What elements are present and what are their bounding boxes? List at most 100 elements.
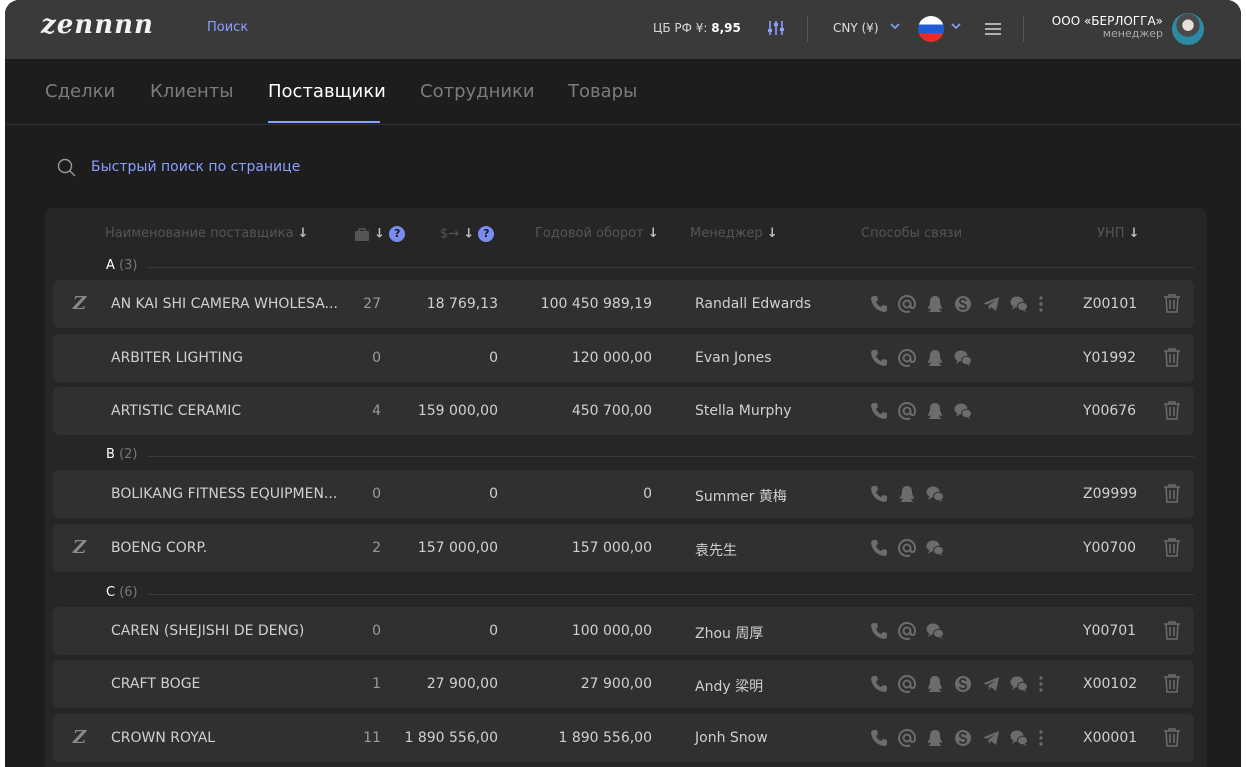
telegram-icon[interactable] [980, 727, 1002, 749]
phone-icon[interactable] [868, 727, 890, 749]
supplier-name[interactable]: CROWN ROYAL [111, 730, 215, 746]
amount-value: 0 [489, 486, 498, 502]
wechat-icon[interactable] [952, 400, 974, 422]
supplier-name[interactable]: CAREN (SHEJISHI DE DENG) [111, 623, 304, 639]
phone-icon[interactable] [868, 483, 890, 505]
account-menu[interactable]: ООО «БЕРЛОГГА» менеджер [1052, 14, 1163, 40]
column-manager-label: Менеджер [690, 226, 763, 241]
column-header-turnover[interactable]: Годовой оборот ↓ [535, 226, 659, 241]
logo[interactable]: zennnn [41, 10, 154, 40]
trash-icon[interactable] [1163, 727, 1181, 751]
table-row[interactable]: ARBITER LIGHTING 0 0 120 000,00 Evan Jones Y0… [53, 334, 1194, 382]
at-icon[interactable] [896, 673, 918, 695]
wechat-icon[interactable] [1008, 673, 1030, 695]
currency-select[interactable]: CNY (¥) [833, 21, 879, 35]
table-row[interactable]: BOLIKANG FITNESS EQUIPMEN... 0 0 0 Summer 黄梅… [53, 470, 1194, 518]
qq-icon[interactable] [924, 673, 946, 695]
telegram-icon[interactable] [980, 673, 1002, 695]
tab-employees[interactable]: Сотрудники [420, 81, 535, 102]
skype-icon[interactable] [952, 673, 974, 695]
wechat-icon[interactable] [924, 620, 946, 642]
qq-icon[interactable] [924, 347, 946, 369]
supplier-name[interactable]: CRAFT BOGE [111, 676, 200, 692]
more-icon[interactable] [1036, 727, 1046, 749]
quick-search-input[interactable]: Быстрый поиск по странице [91, 159, 300, 175]
qq-icon[interactable] [924, 727, 946, 749]
more-icon[interactable] [1036, 673, 1046, 695]
at-icon[interactable] [896, 727, 918, 749]
table-row[interactable]: ARTISTIC CERAMIC 4 159 000,00 450 700,00 Ste… [53, 387, 1194, 435]
tab-products[interactable]: Товары [568, 81, 637, 102]
phone-icon[interactable] [868, 293, 890, 315]
search-link[interactable]: Поиск [207, 20, 248, 35]
column-header-name[interactable]: Наименование поставщика ↓ [105, 226, 309, 241]
menu-icon[interactable] [984, 22, 1002, 36]
tab-clients[interactable]: Клиенты [150, 81, 234, 102]
avatar[interactable] [1172, 13, 1204, 45]
wechat-icon[interactable] [1008, 293, 1030, 315]
more-icon[interactable] [1036, 293, 1046, 315]
top-bar: zennnn Поиск ЦБ РФ ¥: 8,95 CNY (¥) ООО «… [5, 0, 1241, 59]
supplier-name[interactable]: BOLIKANG FITNESS EQUIPMEN... [111, 486, 337, 502]
wechat-icon[interactable] [1008, 727, 1030, 749]
column-header-unp[interactable]: УНП ↓ [1097, 226, 1140, 241]
trash-icon[interactable] [1163, 400, 1181, 424]
column-header-amount[interactable]: $→ ↓ ? [440, 226, 495, 242]
trash-icon[interactable] [1163, 620, 1181, 644]
tab-suppliers[interactable]: Поставщики [268, 81, 386, 102]
settings-sliders-icon[interactable] [767, 19, 785, 37]
wechat-icon[interactable] [952, 347, 974, 369]
trash-icon[interactable] [1163, 537, 1181, 561]
phone-icon[interactable] [868, 400, 890, 422]
trash-icon[interactable] [1163, 673, 1181, 697]
supplier-name[interactable]: AN KAI SHI CAMERA WHOLESA... [111, 296, 338, 312]
tab-deals[interactable]: Сделки [45, 81, 115, 102]
telegram-icon[interactable] [980, 293, 1002, 315]
amount-value: 0 [489, 623, 498, 639]
phone-icon[interactable] [868, 347, 890, 369]
tab-bar: Сделки Клиенты Поставщики Сотрудники Тов… [5, 59, 1241, 125]
qq-icon[interactable] [924, 293, 946, 315]
table-row[interactable]: Z CROWN ROYAL 11 1 890 556,00 1 890 556,00 Jo… [53, 714, 1194, 762]
table-row[interactable]: Z BOENG CORP. 2 157 000,00 157 000,00 袁先生 Y007… [53, 524, 1194, 572]
qq-icon[interactable] [924, 400, 946, 422]
manager-name: Randall Edwards [695, 296, 812, 312]
table-row[interactable]: CAREN (SHEJISHI DE DENG) 0 0 100 000,00 Zhou… [53, 607, 1194, 655]
phone-icon[interactable] [868, 673, 890, 695]
wechat-icon[interactable] [924, 537, 946, 559]
flag-icon[interactable] [918, 16, 944, 42]
orders-count: 4 [372, 403, 381, 419]
supplier-name[interactable]: BOENG CORP. [111, 540, 207, 556]
turnover-value: 27 900,00 [580, 676, 652, 692]
chevron-down-icon[interactable] [950, 20, 962, 32]
help-icon[interactable]: ? [389, 226, 406, 242]
phone-icon[interactable] [868, 537, 890, 559]
sort-arrow-icon: ↓ [297, 226, 309, 241]
at-icon[interactable] [896, 293, 918, 315]
column-header-manager[interactable]: Менеджер ↓ [690, 226, 778, 241]
table-row[interactable]: Z AN KAI SHI CAMERA WHOLESA... 27 18 769,13… [53, 280, 1194, 328]
chevron-down-icon[interactable] [889, 20, 901, 32]
group-divider [148, 267, 1194, 268]
at-icon[interactable] [896, 537, 918, 559]
turnover-value: 0 [643, 486, 652, 502]
sort-arrow-icon: ↓ [766, 226, 778, 241]
manager-name: Andy 梁明 [695, 679, 764, 695]
at-icon[interactable] [896, 347, 918, 369]
orders-count: 11 [363, 730, 381, 746]
supplier-name[interactable]: ARTISTIC CERAMIC [111, 403, 241, 419]
column-header-orders[interactable]: ↓ ? [354, 226, 406, 242]
trash-icon[interactable] [1163, 483, 1181, 507]
trash-icon[interactable] [1163, 293, 1181, 317]
wechat-icon[interactable] [924, 483, 946, 505]
skype-icon[interactable] [952, 293, 974, 315]
qq-icon[interactable] [896, 483, 918, 505]
phone-icon[interactable] [868, 620, 890, 642]
at-icon[interactable] [896, 620, 918, 642]
skype-icon[interactable] [952, 727, 974, 749]
help-icon[interactable]: ? [478, 226, 495, 242]
supplier-name[interactable]: ARBITER LIGHTING [111, 350, 243, 366]
trash-icon[interactable] [1163, 347, 1181, 371]
table-row[interactable]: CRAFT BOGE 1 27 900,00 27 900,00 Andy 梁明 X001… [53, 660, 1194, 708]
at-icon[interactable] [896, 400, 918, 422]
